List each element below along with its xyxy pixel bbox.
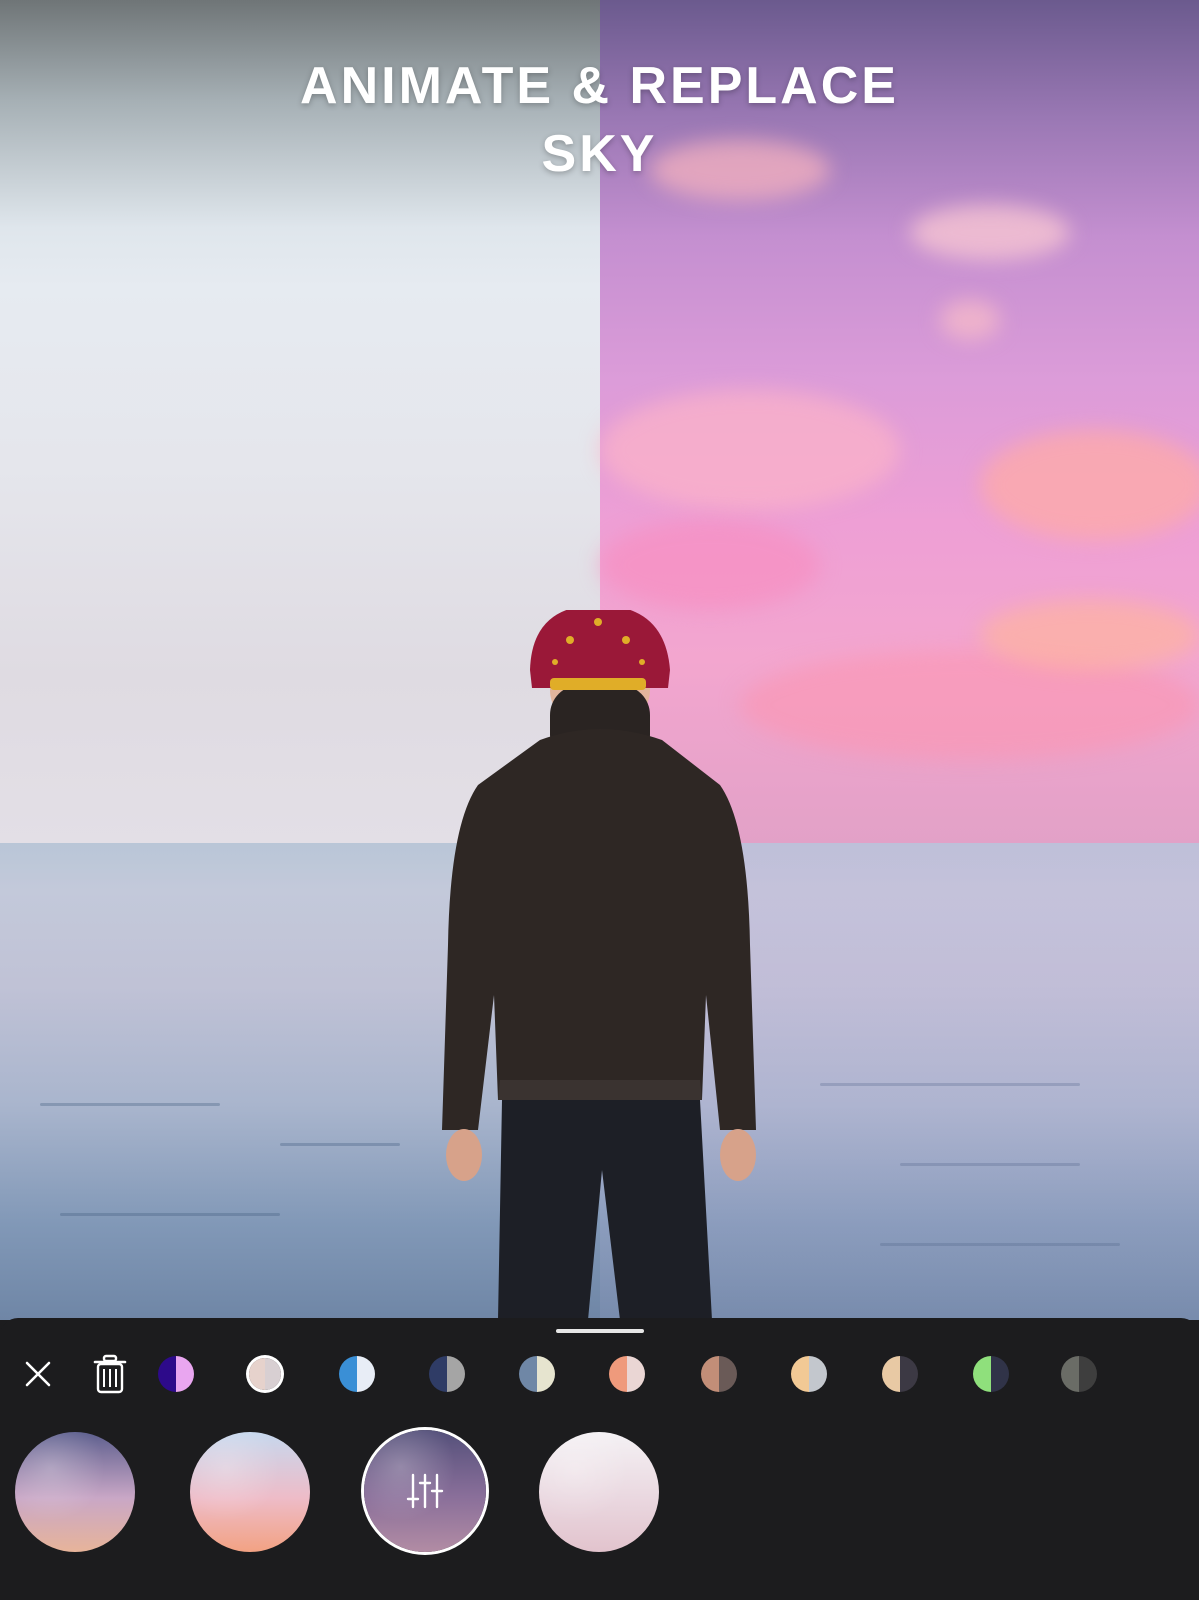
headline-line-2: SKY <box>541 125 658 183</box>
close-icon <box>25 1361 51 1387</box>
color-swatch[interactable] <box>158 1356 194 1392</box>
sky-thumbnail-selected[interactable] <box>364 1430 486 1552</box>
color-swatch[interactable] <box>429 1356 465 1392</box>
adjust-button[interactable] <box>364 1430 486 1552</box>
color-swatch[interactable] <box>519 1356 555 1392</box>
delete-button[interactable] <box>88 1352 132 1396</box>
color-swatch[interactable] <box>701 1356 737 1392</box>
cloud <box>940 300 1000 340</box>
cloud <box>600 520 820 610</box>
sky-thumbnail[interactable] <box>190 1432 310 1552</box>
cloud <box>980 430 1199 540</box>
panel-grabber[interactable] <box>556 1329 644 1333</box>
trash-icon <box>93 1354 127 1394</box>
color-swatch[interactable] <box>339 1356 375 1392</box>
wave <box>60 1213 280 1216</box>
wave <box>40 1103 220 1106</box>
close-button[interactable] <box>16 1352 60 1396</box>
color-swatch-selected[interactable] <box>249 1358 281 1390</box>
color-swatch[interactable] <box>609 1356 645 1392</box>
sky-thumbnail[interactable] <box>15 1432 135 1552</box>
sky-editor-panel <box>0 1318 1199 1600</box>
photo-canvas[interactable]: ANIMATE & REPLACE SKY <box>0 0 1199 1320</box>
color-swatch[interactable] <box>882 1356 918 1392</box>
headline: ANIMATE & REPLACE SKY <box>0 52 1199 188</box>
cloud <box>600 390 900 510</box>
sliders-icon <box>406 1473 444 1509</box>
color-swatch[interactable] <box>1061 1356 1097 1392</box>
color-swatch[interactable] <box>791 1356 827 1392</box>
cloud <box>910 205 1070 260</box>
headline-line-1: ANIMATE & REPLACE <box>300 57 899 115</box>
person-figure <box>442 610 756 1320</box>
color-swatch[interactable] <box>973 1356 1009 1392</box>
wave <box>280 1143 400 1146</box>
sky-thumbnail[interactable] <box>539 1432 659 1552</box>
cloud <box>980 600 1199 670</box>
